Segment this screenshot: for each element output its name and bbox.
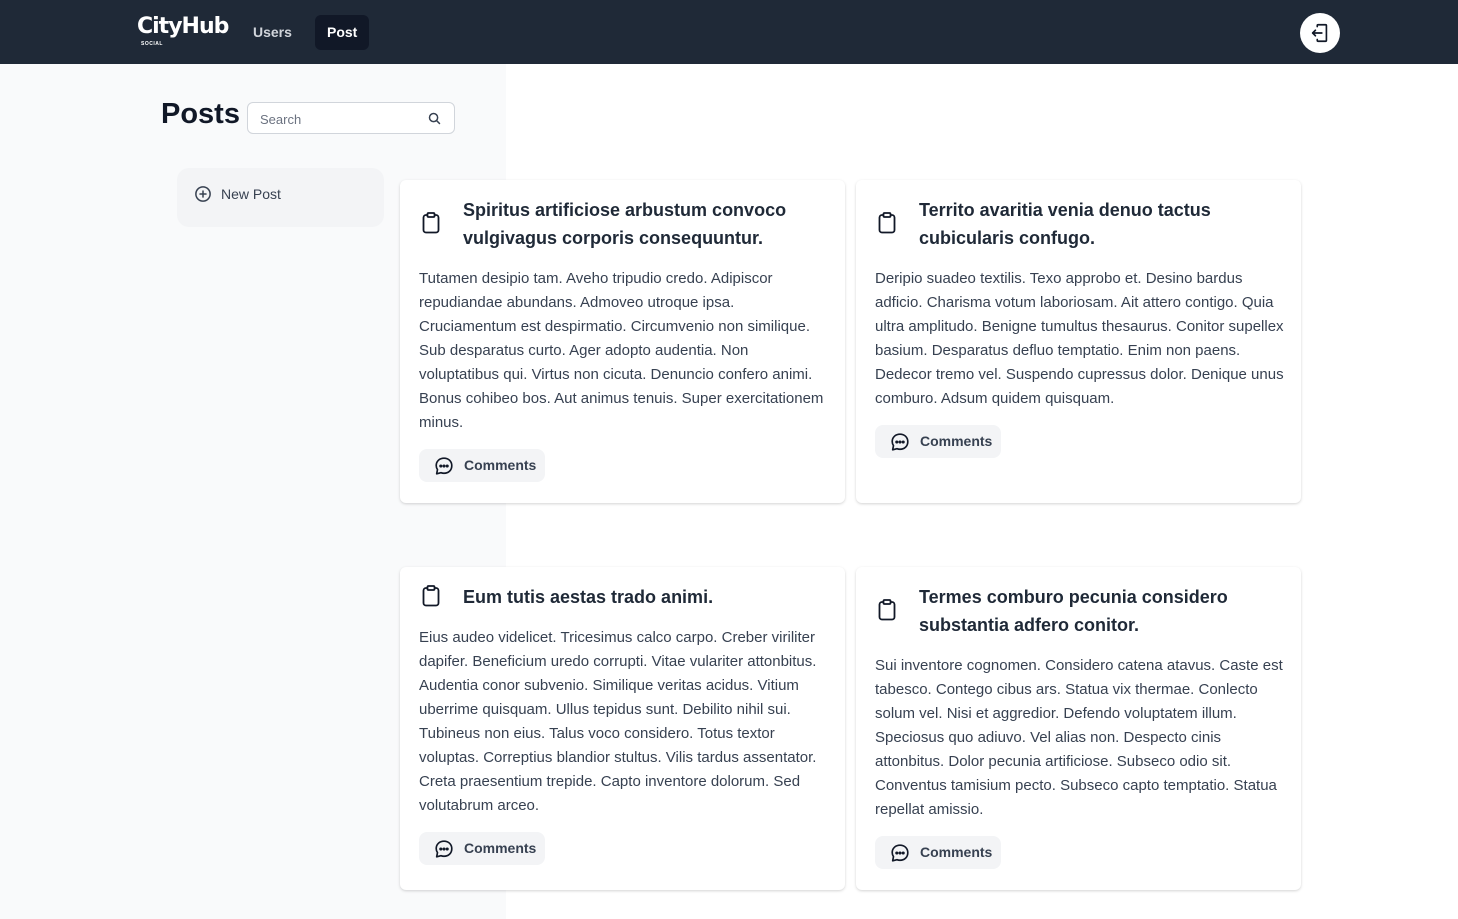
clipboard-icon [878, 212, 896, 234]
clipboard-icon [422, 212, 440, 234]
chat-bubble-icon [891, 844, 909, 862]
chat-bubble-icon [435, 457, 453, 475]
new-post-button[interactable]: New Post [177, 168, 384, 227]
chat-bubble-icon [435, 840, 453, 858]
post-body: Eius audeo videlicet. Tricesimus calco c… [419, 629, 817, 814]
post-title: Termes comburo pecunia considero substan… [919, 587, 1228, 635]
post-card: Spiritus artificiose arbustum convoco vu… [400, 180, 845, 503]
search-input[interactable] [260, 110, 420, 128]
navbar: CityHub SOCIAL Users Post [0, 0, 1458, 64]
logout-button[interactable] [1300, 13, 1340, 53]
clipboard-icon [878, 599, 896, 621]
post-body: Deripio suadeo textilis. Texo approbo et… [875, 270, 1284, 407]
new-post-label: New Post [221, 186, 281, 202]
post-body: Sui inventore cognomen. Considero catena… [875, 657, 1283, 818]
comments-label: Comments [464, 457, 537, 473]
post-card: Eum tutis aestas trado animi. Eius audeo… [400, 567, 845, 890]
page-title: Posts [161, 98, 240, 130]
post-card: Territo avaritia venia denuo tactus cubi… [856, 180, 1301, 503]
post-title: Spiritus artificiose arbustum convoco vu… [463, 200, 787, 248]
post-title: Territo avaritia venia denuo tactus cubi… [919, 200, 1211, 248]
comments-button[interactable]: Comments [419, 449, 545, 482]
comments-label: Comments [920, 844, 993, 860]
logout-icon [1311, 23, 1328, 43]
comments-label: Comments [464, 840, 537, 856]
post-body: Tutamen desipio tam. Aveho tripudio cred… [419, 270, 824, 431]
search-box[interactable] [247, 102, 455, 134]
comments-label: Comments [920, 433, 993, 449]
plus-circle-icon [195, 186, 211, 202]
nav-users-link[interactable]: Users [241, 15, 304, 50]
comments-button[interactable]: Comments [875, 425, 1001, 458]
post-title: Eum tutis aestas trado animi. [463, 587, 714, 607]
nav-post-link[interactable]: Post [315, 15, 370, 50]
app-logo[interactable]: CityHub [137, 14, 229, 39]
chat-bubble-icon [891, 433, 909, 451]
comments-button[interactable]: Comments [875, 836, 1001, 869]
comments-button[interactable]: Comments [419, 832, 545, 865]
post-card: Termes comburo pecunia considero substan… [856, 567, 1301, 890]
app-logo-subtitle: SOCIAL [141, 41, 163, 47]
clipboard-icon [422, 585, 440, 607]
search-icon[interactable] [427, 111, 442, 126]
